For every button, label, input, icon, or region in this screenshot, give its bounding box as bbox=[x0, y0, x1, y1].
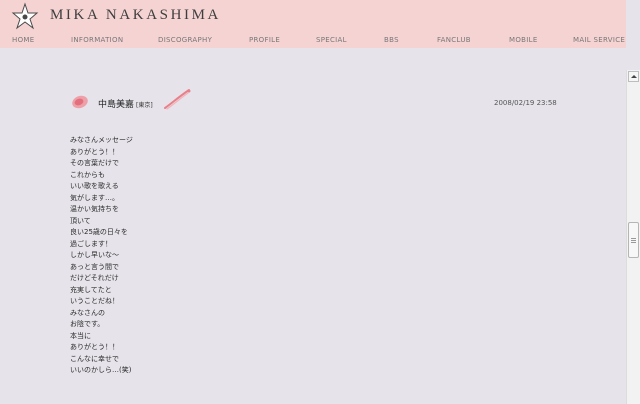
nav-information[interactable]: INFORMATION bbox=[71, 36, 123, 44]
message-line: みなさんの bbox=[70, 308, 105, 317]
message-line: いうことだね！ bbox=[70, 297, 119, 305]
message-line: 気がします…。 bbox=[70, 193, 119, 202]
message-line: 良い25歳の日々を bbox=[70, 228, 128, 236]
site-title[interactable]: MIKA NAKASHIMA bbox=[50, 7, 221, 24]
site-header: MIKA NAKASHIMA HOME INFORMATION DISCOGRA… bbox=[0, 0, 626, 48]
flower-logo-icon[interactable] bbox=[10, 2, 40, 32]
message-line: お陰です。 bbox=[70, 320, 105, 328]
scroll-thumb[interactable] bbox=[628, 222, 639, 258]
nav-profile[interactable]: PROFILE bbox=[249, 36, 280, 44]
vertical-scrollbar[interactable] bbox=[626, 70, 640, 404]
shooting-star-icon bbox=[164, 89, 191, 110]
post-message: みなさんメッセージ ありがとう！！ その言葉だけで これからも いい歌を歌える … bbox=[70, 135, 133, 377]
post-author: 中島美嘉 [東京] bbox=[98, 97, 153, 110]
nav-home[interactable]: HOME bbox=[12, 36, 34, 44]
message-line: 本当に bbox=[70, 331, 91, 340]
message-line: こんなに幸せで bbox=[70, 354, 119, 363]
message-line: みなさんメッセージ bbox=[70, 136, 133, 144]
message-line: その言葉だけで bbox=[70, 159, 119, 167]
message-line: 頂いて bbox=[70, 216, 91, 225]
message-line: いいのかしら…(笑) bbox=[70, 366, 132, 374]
main-nav: HOME INFORMATION DISCOGRAPHY PROFILE SPE… bbox=[0, 36, 626, 48]
pink-blot-icon bbox=[72, 95, 88, 109]
message-line: ありがとう！！ bbox=[70, 343, 119, 351]
nav-discography[interactable]: DISCOGRAPHY bbox=[158, 36, 212, 44]
message-line: あっと言う間で bbox=[70, 262, 119, 271]
message-line: しかし早いな〜 bbox=[70, 251, 119, 259]
nav-special[interactable]: SPECIAL bbox=[316, 36, 347, 44]
message-line: 過ごします！ bbox=[70, 239, 112, 248]
author-name: 中島美嘉 bbox=[98, 100, 135, 110]
message-line: いい歌を歌える bbox=[70, 182, 119, 190]
message-line: ありがとう！！ bbox=[70, 147, 119, 156]
post-timestamp: 2008/02/19 23:58 bbox=[494, 99, 557, 107]
message-line: 充実してたと bbox=[70, 285, 112, 294]
message-line: 温かい気持ちを bbox=[70, 205, 119, 213]
nav-bbs[interactable]: BBS bbox=[384, 36, 399, 44]
message-line: これからも bbox=[70, 170, 105, 179]
nav-mobile[interactable]: MOBILE bbox=[509, 36, 538, 44]
nav-mail-service[interactable]: MAIL SERVICE bbox=[573, 36, 625, 44]
nav-fanclub[interactable]: FANCLUB bbox=[437, 36, 471, 44]
author-location: [東京] bbox=[136, 102, 153, 109]
scroll-up-arrow-icon[interactable] bbox=[628, 71, 639, 82]
message-line: だけどそれだけ bbox=[70, 274, 119, 282]
